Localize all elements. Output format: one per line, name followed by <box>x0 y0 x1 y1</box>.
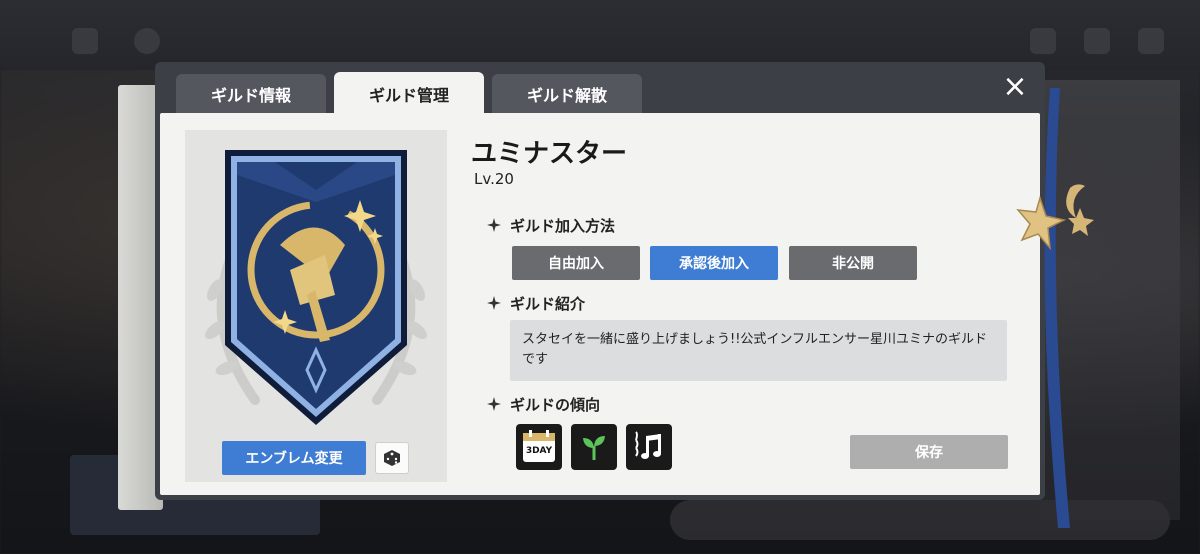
background-top-bar <box>0 0 1200 70</box>
calendar-3day-icon[interactable]: 3DAY <box>516 424 562 470</box>
back-arrow-icon <box>72 28 98 54</box>
tab-guild-management[interactable]: ギルド管理 <box>334 72 484 116</box>
join-private-button[interactable]: 非公開 <box>789 246 917 280</box>
dice-icon[interactable] <box>375 442 409 474</box>
save-button[interactable]: 保存 <box>850 435 1008 469</box>
guild-level: Lv.20 <box>474 170 514 188</box>
join-approval-button[interactable]: 承認後加入 <box>650 246 778 280</box>
intro-title: ギルド紹介 <box>510 295 586 313</box>
calendar-label: 3DAY <box>525 446 553 456</box>
tendency-title: ギルドの傾向 <box>510 396 601 414</box>
join-free-button[interactable]: 自由加入 <box>512 246 640 280</box>
ribbon-decoration <box>1044 88 1070 528</box>
settings-icon <box>134 28 160 54</box>
emblem-change-button[interactable]: エンブレム変更 <box>222 441 366 475</box>
tab-guild-info[interactable]: ギルド情報 <box>176 74 326 114</box>
sparkle-icon <box>487 397 501 411</box>
join-method-title: ギルド加入方法 <box>510 217 616 235</box>
intro-textbox[interactable]: スタセイを一緒に盛り上げましょう!!公式インフルエンサー星川ユミナのギルドです <box>510 320 1007 381</box>
sparkle-icon <box>487 218 501 232</box>
tab-guild-dissolve[interactable]: ギルド解散 <box>492 74 642 114</box>
menu-icon <box>1138 28 1164 54</box>
music-note-icon[interactable] <box>626 424 672 470</box>
sparkle-icon <box>487 296 501 310</box>
sprout-icon[interactable] <box>571 424 617 470</box>
guild-emblem <box>205 150 427 425</box>
star-moon-ornament <box>1016 184 1094 251</box>
mail-icon <box>1084 28 1110 54</box>
chat-icon <box>1030 28 1056 54</box>
close-icon[interactable]: × <box>999 72 1031 104</box>
guild-name: ユミナスター <box>471 139 628 169</box>
